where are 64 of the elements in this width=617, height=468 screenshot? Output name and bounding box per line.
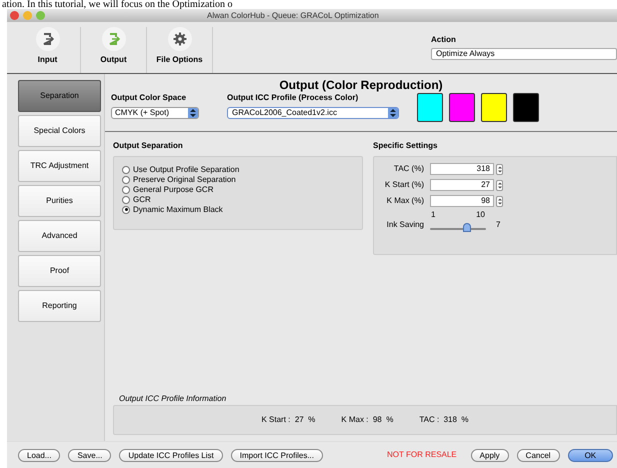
close-button[interactable] (10, 11, 19, 20)
footer-button[interactable]: Load... (18, 448, 60, 462)
sidebar-tab[interactable]: Proof (18, 255, 101, 287)
radio-label: GCR (133, 195, 151, 204)
radio-label: General Purpose GCR (133, 185, 214, 194)
sidebar-tab[interactable]: Reporting (18, 290, 101, 322)
profile-info-value: K Start : 27 % (261, 414, 316, 426)
action-dropdown[interactable]: Optimize Always (431, 48, 617, 60)
stepper-icon[interactable] (496, 164, 503, 174)
radio-button[interactable] (122, 206, 130, 214)
radio-button[interactable] (122, 166, 130, 174)
stepper-icon[interactable] (496, 196, 503, 206)
number-field[interactable]: 98 (430, 195, 494, 207)
footer-button[interactable]: Update ICC Profiles List (119, 448, 223, 462)
footer-button[interactable]: Save... (68, 448, 112, 462)
radio-button[interactable] (122, 196, 130, 204)
sidebar-tab[interactable]: Advanced (18, 220, 101, 252)
toolbar-button-label[interactable]: Input (38, 54, 58, 66)
slider-reading: 7 (496, 218, 500, 230)
gear-icon (172, 32, 186, 46)
profile-info-title: Output ICC Profile Information (118, 393, 228, 405)
slider-min-label: 1 (431, 211, 436, 219)
not-for-resale-notice: NOT FOR RESALE (387, 449, 457, 461)
radio-button[interactable] (122, 176, 130, 184)
sidebar-tab[interactable]: Separation (18, 80, 101, 112)
sidebar-tab[interactable]: Special Colors (18, 115, 101, 147)
input-icon (40, 32, 54, 46)
specific-settings-title: Specific Settings (373, 140, 438, 152)
slider-max-label: 10 (476, 211, 485, 219)
output-icc-profile-label: Output ICC Profile (Process Color) (227, 92, 360, 104)
radio-button[interactable] (122, 186, 130, 194)
profile-info-value: TAC : 318 % (419, 414, 469, 426)
dropdown-arrows-icon (188, 108, 198, 118)
setting-label: K Start (%) (384, 179, 424, 191)
radio-label: Preserve Original Separation (133, 175, 236, 184)
profile-info-value: K Max : 98 % (341, 414, 394, 426)
sidebar-tab[interactable]: TRC Adjustment (18, 150, 101, 182)
setting-label: TAC (%) (392, 163, 424, 175)
output-color-space-label: Output Color Space (111, 92, 188, 104)
sidebar-tab[interactable]: Purities (18, 185, 101, 217)
icc-profile-dropdown[interactable]: GRACoL2006_Coated1v2.icc (227, 107, 399, 119)
output-icon (106, 32, 120, 46)
action-label: Action (431, 34, 457, 46)
footer-button[interactable]: Apply (470, 448, 509, 462)
number-field[interactable]: 318 (430, 163, 494, 175)
radio-label: Use Output Profile Separation (133, 165, 240, 174)
radio-label: Dynamic Maximum Black (133, 205, 223, 214)
color-space-dropdown[interactable]: CMYK (+ Spot) (111, 107, 199, 119)
footer-button[interactable]: OK (568, 448, 614, 462)
toolbar-button-label[interactable]: Output (100, 54, 127, 66)
stepper-icon[interactable] (496, 180, 503, 190)
dropdown-value: GRACoL2006_Coated1v2.icc (232, 108, 337, 118)
number-field[interactable]: 27 (430, 179, 494, 191)
dropdown-arrows-icon (388, 108, 398, 118)
ink-saving-label: Ink Saving (386, 218, 424, 230)
output-separation-title: Output Separation (113, 140, 184, 152)
dropdown-value: CMYK (+ Spot) (115, 108, 170, 118)
section-title: Output (Color Reproduction) (278, 77, 444, 92)
toolbar-button-label[interactable]: File Options (156, 54, 203, 66)
setting-label: K Max (%) (386, 195, 424, 207)
window-title: Alwan ColorHub - Queue: GRACoL Optimization (207, 10, 379, 22)
footer-button[interactable]: Import ICC Profiles... (230, 448, 323, 462)
footer-button[interactable]: Cancel (516, 448, 560, 462)
tutorial-text: ation. In this tutorial, we will focus on the Optimization o (1, 0, 234, 9)
